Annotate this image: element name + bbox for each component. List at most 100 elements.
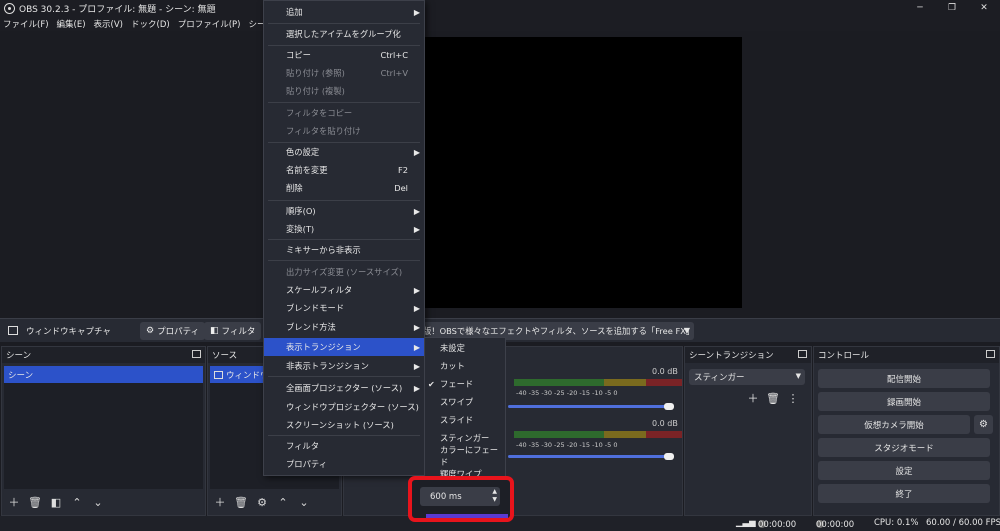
track2-volume-slider[interactable]: [508, 455, 668, 458]
menu-item-hide-in-mixer[interactable]: ミキサーから非表示: [264, 241, 424, 259]
menu-item-rename[interactable]: 名前を変更 F2: [264, 161, 424, 179]
menu-item-fullscreen-projector[interactable]: 全画面プロジェクター (ソース) ▶: [264, 379, 424, 397]
gear-icon[interactable]: ⚙: [974, 415, 993, 434]
menu-item-label: 非表示トランジション: [286, 361, 369, 371]
menu-item-hide-transition[interactable]: 非表示トランジション ▶: [264, 357, 424, 375]
track2-volume-knob[interactable]: [664, 453, 674, 460]
scene-transitions-dock: シーントランジション スティンガー ▼ ＋ 🗑 ⋮: [684, 346, 812, 516]
add-source-button[interactable]: ＋: [210, 493, 230, 511]
window-controls: ─ ❐ ✕: [904, 0, 1000, 16]
menu-item-label: 順序(O): [286, 206, 316, 216]
properties-button[interactable]: ⚙ プロパティ: [140, 322, 206, 340]
transition-select-value: スティンガー: [694, 373, 745, 383]
transition-option-fade[interactable]: ✔ フェード: [425, 375, 505, 393]
close-button[interactable]: ✕: [968, 0, 1000, 16]
menu-item-show-transition[interactable]: 表示トランジション ▶: [264, 338, 424, 356]
move-down-icon[interactable]: ⌄: [88, 493, 108, 511]
trash-icon[interactable]: 🗑: [231, 493, 251, 511]
menu-item-label: ブレンドモード: [286, 303, 345, 313]
menu-item-paste-filters[interactable]: フィルタを貼り付け: [264, 122, 424, 140]
start-virtual-camera-button[interactable]: 仮想カメラ開始: [818, 415, 970, 434]
menu-view[interactable]: 表示(V): [94, 18, 123, 30]
duration-spinbox[interactable]: 600 ms ▲ ▼: [420, 487, 500, 506]
preview-canvas[interactable]: [406, 37, 742, 308]
spin-arrows-icon[interactable]: ▲ ▼: [492, 488, 497, 504]
chevron-down-icon: ▼: [795, 372, 801, 380]
trash-icon[interactable]: 🗑: [25, 493, 45, 511]
start-streaming-button[interactable]: 配信開始: [818, 369, 990, 388]
menu-item-transform[interactable]: 変換(T) ▶: [264, 220, 424, 238]
menu-item-blend-mode[interactable]: ブレンドモード ▶: [264, 299, 424, 317]
menu-item-delete[interactable]: 削除 Del: [264, 179, 424, 197]
transition-option-fade-to-color[interactable]: カラーにフェード: [425, 445, 505, 467]
menu-item-label: 変換(T): [286, 224, 315, 234]
track1-volume-knob[interactable]: [664, 403, 674, 410]
scene-list-item[interactable]: シーン: [4, 366, 203, 383]
trash-icon[interactable]: 🗑: [763, 389, 783, 407]
undock-icon[interactable]: [798, 350, 807, 358]
track2-db: 0.0 dB: [652, 419, 678, 428]
transition-option-none[interactable]: 未設定: [425, 339, 505, 357]
chevron-right-icon: ▶: [413, 342, 420, 352]
menu-item-shortcut: Del: [394, 183, 408, 193]
menu-profile[interactable]: プロファイル(P): [178, 18, 241, 30]
studio-mode-button[interactable]: スタジオモード: [818, 438, 990, 457]
menu-edit[interactable]: 編集(E): [57, 18, 86, 30]
menu-item-blend-method[interactable]: ブレンド方法 ▶: [264, 318, 424, 336]
transition-option-slide[interactable]: スライド: [425, 411, 505, 429]
preview-area[interactable]: [0, 31, 1000, 315]
menu-item-set-color[interactable]: 色の設定 ▶: [264, 143, 424, 161]
more-options-icon[interactable]: ⋮: [783, 389, 803, 407]
transition-option-label: フェード: [440, 379, 474, 389]
undock-icon[interactable]: [192, 350, 201, 358]
menu-item-windowed-projector[interactable]: ウィンドウプロジェクター (ソース): [264, 398, 424, 416]
move-down-icon[interactable]: ⌄: [294, 493, 314, 511]
menu-item-label: 削除: [286, 183, 303, 193]
chevron-right-icon: ▶: [413, 147, 420, 157]
undock-icon[interactable]: [986, 350, 995, 358]
start-recording-button[interactable]: 録画開始: [818, 392, 990, 411]
filters-button[interactable]: ◧ フィルタ: [204, 322, 262, 340]
transition-option-swipe[interactable]: スワイプ: [425, 393, 505, 411]
show-transition-submenu: 未設定 カット ✔ フェード スワイプ スライド スティンガー カラーにフェード…: [424, 337, 506, 478]
menu-item-scale-filter[interactable]: スケールフィルタ ▶: [264, 281, 424, 299]
menu-item-label: フィルタ: [286, 441, 320, 451]
maximize-button[interactable]: ❐: [936, 0, 968, 16]
menu-item-paste-duplicate[interactable]: 貼り付け (複製): [264, 82, 424, 100]
cpu-usage: CPU: 0.1%: [874, 518, 919, 528]
settings-button[interactable]: 設定: [818, 461, 990, 480]
menu-item-group-selected[interactable]: 選択したアイテムをグループ化: [264, 25, 424, 43]
menu-item-filters[interactable]: フィルタ: [264, 437, 424, 455]
menu-item-copy-filters[interactable]: フィルタをコピー: [264, 104, 424, 122]
move-up-icon[interactable]: ⌃: [67, 493, 87, 511]
menu-item-paste-reference[interactable]: 貼り付け (参照) Ctrl+V: [264, 64, 424, 82]
minimize-button[interactable]: ─: [904, 0, 936, 16]
gear-icon[interactable]: ⚙: [252, 493, 272, 511]
chevron-right-icon: ▶: [413, 206, 420, 216]
add-scene-button[interactable]: ＋: [4, 493, 24, 511]
menu-separator: [268, 435, 420, 436]
move-up-icon[interactable]: ⌃: [273, 493, 293, 511]
duration-highlight: 600 ms ▲ ▼: [408, 476, 514, 522]
menu-item-properties[interactable]: プロパティ: [264, 455, 424, 473]
menu-item-label: フィルタをコピー: [286, 108, 353, 118]
menu-item-resize-output[interactable]: 出力サイズ変更 (ソースサイズ): [264, 263, 424, 281]
window-title: OBS 30.2.3 - プロファイル: 無題 - シーン: 無題: [19, 4, 216, 15]
menu-item-screenshot[interactable]: スクリーンショット (ソース): [264, 416, 424, 434]
menu-docks[interactable]: ドック(D): [131, 18, 170, 30]
properties-button-label: プロパティ: [157, 327, 200, 337]
menu-item-order[interactable]: 順序(O) ▶: [264, 202, 424, 220]
menu-item-shortcut: Ctrl+V: [380, 68, 408, 78]
add-transition-button[interactable]: ＋: [743, 389, 763, 407]
menu-separator: [268, 23, 420, 24]
track1-volume-slider[interactable]: [508, 405, 668, 408]
menu-file[interactable]: ファイル(F): [3, 18, 49, 30]
exit-button[interactable]: 終了: [818, 484, 990, 503]
menu-item-add[interactable]: 追加 ▶: [264, 3, 424, 21]
menu-item-shortcut: F2: [397, 165, 408, 175]
menu-item-copy[interactable]: コピー Ctrl+C: [264, 46, 424, 64]
transition-select[interactable]: スティンガー ▼: [689, 369, 805, 385]
menu-item-label: スクリーンショット (ソース): [286, 420, 394, 430]
transition-option-cut[interactable]: カット: [425, 357, 505, 375]
scene-filters-icon[interactable]: ◧: [46, 493, 66, 511]
